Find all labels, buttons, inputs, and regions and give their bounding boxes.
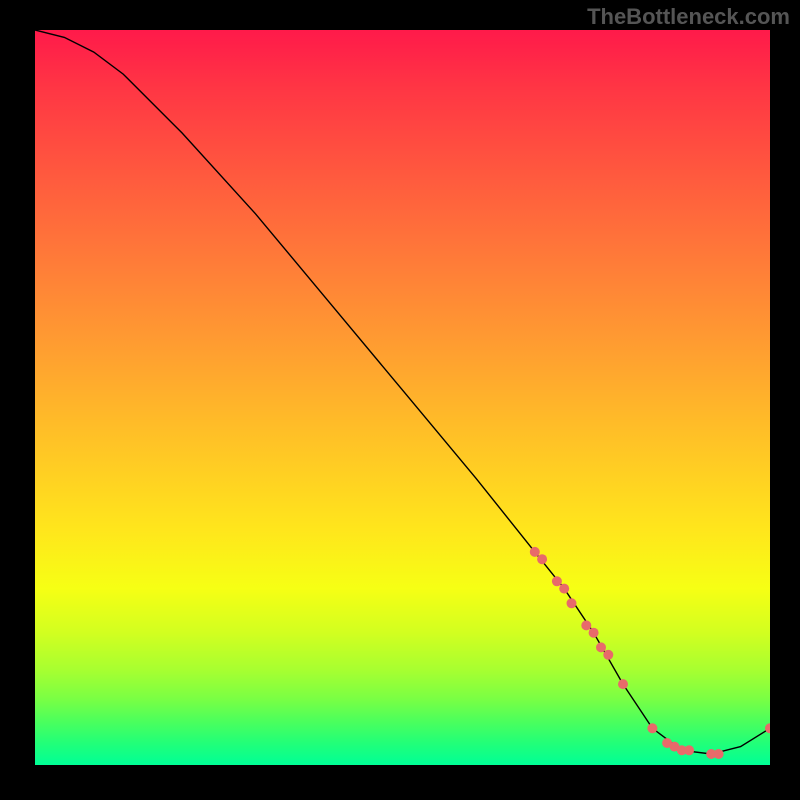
chart-dot (765, 723, 770, 733)
chart-dot (684, 745, 694, 755)
chart-plot-area (35, 30, 770, 765)
watermark-text: TheBottleneck.com (587, 4, 790, 30)
chart-dot (559, 584, 569, 594)
chart-dot (589, 628, 599, 638)
chart-dot (603, 650, 613, 660)
chart-overlay-svg (35, 30, 770, 765)
chart-dot (618, 679, 628, 689)
chart-line (35, 30, 770, 754)
chart-dot (647, 723, 657, 733)
chart-dot (596, 642, 606, 652)
chart-dot (530, 547, 540, 557)
chart-dot (581, 620, 591, 630)
chart-dot (714, 749, 724, 759)
chart-dot (537, 554, 547, 564)
chart-dot (552, 576, 562, 586)
chart-dot (567, 598, 577, 608)
chart-highlight-dots (530, 547, 770, 759)
